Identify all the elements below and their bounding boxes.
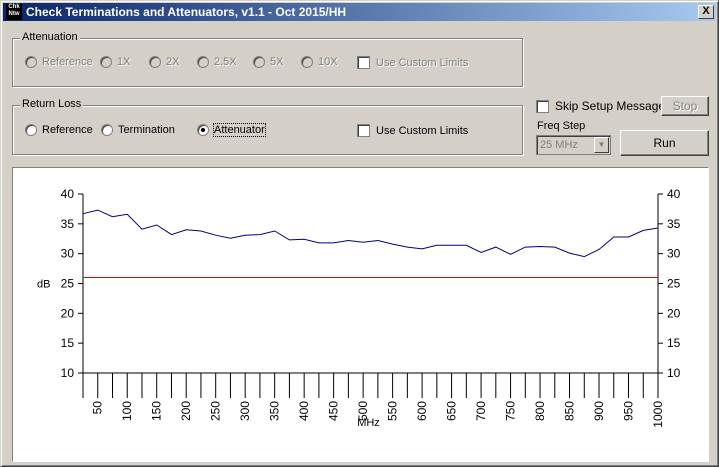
run-button-label: Run [653,136,676,150]
freq-step-select[interactable]: 25 MHz ▼ [536,135,611,155]
x-tick-label: 400 [297,401,311,421]
x-tick-label: 600 [415,401,429,421]
atten-radio-10x[interactable]: 10X [301,56,338,68]
skip-setup-checkbox[interactable]: Skip Setup Message [536,99,665,113]
y-tick-label-right: 10 [667,366,681,380]
x-tick-label: 50 [91,401,105,415]
x-tick-label: 200 [179,401,193,421]
close-button[interactable]: X [698,5,714,19]
run-button[interactable]: Run [620,130,709,156]
y-tick-label-left: 40 [61,187,75,201]
rl-custom-limits-checkbox[interactable]: Use Custom Limits [357,124,468,137]
atten-radio-label: 2X [166,56,180,68]
skip-setup-label: Skip Setup Message [555,99,666,113]
y-tick-label-right: 35 [667,217,681,231]
rl-radio-termination[interactable]: Termination [101,124,175,136]
x-tick-label: 250 [209,401,223,421]
x-tick-label: 350 [268,401,282,421]
radio-icon [197,124,209,136]
checkbox-icon [357,56,370,69]
atten-radio-label: Reference [42,56,93,68]
atten-radio-1x[interactable]: 1X [100,56,130,68]
x-tick-label: 950 [622,401,636,421]
x-tick-label: 850 [563,401,577,421]
x-tick-label: 150 [150,401,164,421]
y-tick-label-right: 15 [667,336,681,350]
close-icon: X [702,5,710,17]
atten-radio-2x[interactable]: 2X [149,56,179,68]
radio-icon [25,56,37,68]
radio-icon [253,56,265,68]
x-tick-label: 900 [592,401,606,421]
x-tick-label: 700 [474,401,488,421]
y-axis-label: dB [37,279,50,291]
x-tick-label: 800 [533,401,547,421]
window-title: Check Terminations and Attenuators, v1.1… [26,5,347,19]
rl-radio-label: Termination [118,124,175,136]
freq-step-value: 25 MHz [540,139,578,151]
main-window: Chk Ntw Check Terminations and Attenuato… [0,0,719,467]
y-tick-label-left: 20 [61,306,75,320]
rl-radio-label: Attenuator [213,123,266,137]
y-tick-label-right: 40 [667,187,681,201]
atten-radio-5x[interactable]: 5X [253,56,283,68]
chevron-down-icon: ▼ [594,137,609,153]
app-icon: Chk Ntw [6,4,22,20]
radio-icon [100,56,112,68]
y-tick-label-right: 25 [667,277,681,291]
app-icon-text-top: Chk [8,4,20,10]
radio-icon [301,56,313,68]
y-tick-label-left: 10 [61,366,75,380]
atten-radio-2-5x[interactable]: 2.5X [197,56,237,68]
y-tick-label-left: 30 [61,247,75,261]
atten-radio-label: 1X [117,56,131,68]
atten-radio-reference[interactable]: Reference [25,56,93,68]
stop-button-label: Stop [672,99,698,113]
x-tick-label: 1000 [651,401,665,428]
atten-radio-label: 10X [318,56,338,68]
app-icon-text-bottom: Ntw [8,11,20,17]
return-loss-group-label: Return Loss [20,98,84,110]
atten-radio-label: 5X [270,56,284,68]
atten-custom-limits-label: Use Custom Limits [376,56,469,69]
y-tick-label-right: 20 [667,306,681,320]
x-tick-label: 450 [327,401,341,421]
y-tick-label-left: 25 [61,277,75,291]
checkbox-icon [357,124,370,137]
radio-icon [25,124,37,136]
atten-radio-label: 2.5X [214,56,237,68]
x-tick-label: 750 [504,401,518,421]
title-bar[interactable]: Chk Ntw Check Terminations and Attenuato… [3,3,716,21]
rl-radio-label: Reference [42,124,93,136]
stop-button[interactable]: Stop [661,96,709,116]
y-tick-label-right: 30 [667,247,681,261]
y-tick-label-left: 35 [61,217,75,231]
rl-radio-reference[interactable]: Reference [25,124,93,136]
x-axis-label: MHz [357,417,380,429]
radio-icon [149,56,161,68]
x-tick-label: 300 [238,401,252,421]
return-loss-chart: 40 40 35 35 30 30 25 25 20 20 15 15 10 10 50 100 150 200 2… [12,167,709,462]
x-tick-label: 650 [445,401,459,421]
y-tick-label-left: 15 [61,336,75,350]
rl-custom-limits-label: Use Custom Limits [376,124,469,137]
x-tick-label: 550 [386,401,400,421]
attenuation-group-label: Attenuation [20,31,80,43]
radio-icon [197,56,209,68]
chart-svg: 40 40 35 35 30 30 25 25 20 20 15 15 10 10 50 100 150 200 2… [37,187,681,429]
freq-step-label: Freq Step [537,120,586,132]
atten-custom-limits-checkbox[interactable]: Use Custom Limits [357,56,468,69]
x-tick-label: 100 [120,401,134,421]
radio-icon [101,124,113,136]
rl-radio-attenuator[interactable]: Attenuator [197,123,266,137]
checkbox-icon [536,99,549,113]
return-loss-series-line [82,209,659,258]
